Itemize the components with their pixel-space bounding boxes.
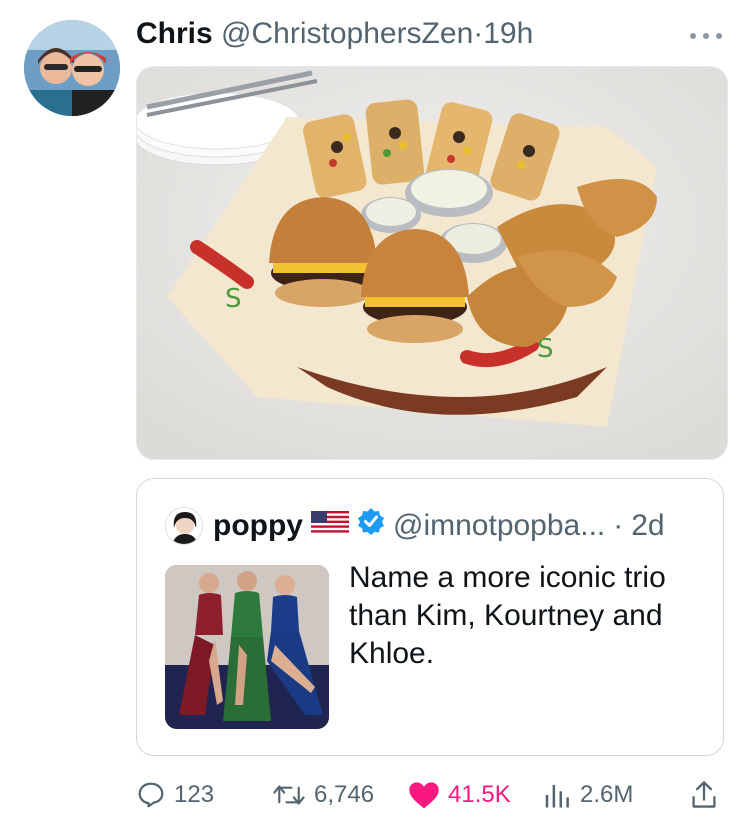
views-count: 2.6M <box>580 781 634 808</box>
share-button[interactable] <box>690 772 718 818</box>
quoted-separator-dot: · <box>613 509 624 542</box>
repost-count: 6,746 <box>314 781 375 808</box>
quoted-tweet-text: Name a more iconic trio than Kim, Kourtn… <box>349 561 666 670</box>
author-name[interactable]: Chris <box>136 17 213 50</box>
tweet-media-image[interactable]: S S <box>136 66 728 460</box>
us-flag-icon <box>311 505 349 547</box>
like-count: 41.5K <box>448 781 511 808</box>
author-avatar[interactable] <box>24 20 120 116</box>
share-icon <box>692 781 716 808</box>
trio-photo <box>165 565 329 729</box>
tweet-header: Chris @ChristophersZen·19h <box>136 14 533 54</box>
repost-button[interactable]: 6,746 <box>272 772 374 818</box>
svg-text:S: S <box>225 284 242 314</box>
reply-count: 123 <box>174 781 215 808</box>
verified-badge-icon <box>357 505 385 547</box>
quoted-author-handle[interactable]: @imnotpopba... <box>393 505 605 547</box>
repost-icon <box>273 785 305 805</box>
tweet-time[interactable]: 19h <box>483 17 533 50</box>
separator-dot: · <box>473 17 484 50</box>
author-handle[interactable]: @ChristophersZen <box>221 17 473 50</box>
food-basket-illustration: S S <box>137 67 727 459</box>
quoted-author-name[interactable]: poppy <box>213 505 303 547</box>
quoted-tweet-media-thumbnail[interactable] <box>165 565 329 729</box>
quoted-tweet-time[interactable]: 2d <box>631 505 664 547</box>
avatar-photo <box>24 20 120 116</box>
reply-icon <box>138 782 164 808</box>
heart-filled-icon <box>409 782 439 809</box>
more-horizontal-icon[interactable] <box>688 28 724 39</box>
views-chart-icon <box>545 785 569 808</box>
reply-button[interactable]: 123 <box>136 772 214 818</box>
quoted-tweet-header: poppy @imnotpopba... · 2d <box>213 505 665 547</box>
views-button[interactable]: 2.6M <box>542 772 633 818</box>
like-button[interactable]: 41.5K <box>408 772 511 818</box>
quoted-tweet-card[interactable]: poppy @imnotpopba... · 2d Name a more ic… <box>136 478 724 756</box>
quoted-author-avatar[interactable] <box>165 507 203 545</box>
tweet-action-bar: 123 6,746 41.5K 2.6M <box>0 772 750 818</box>
